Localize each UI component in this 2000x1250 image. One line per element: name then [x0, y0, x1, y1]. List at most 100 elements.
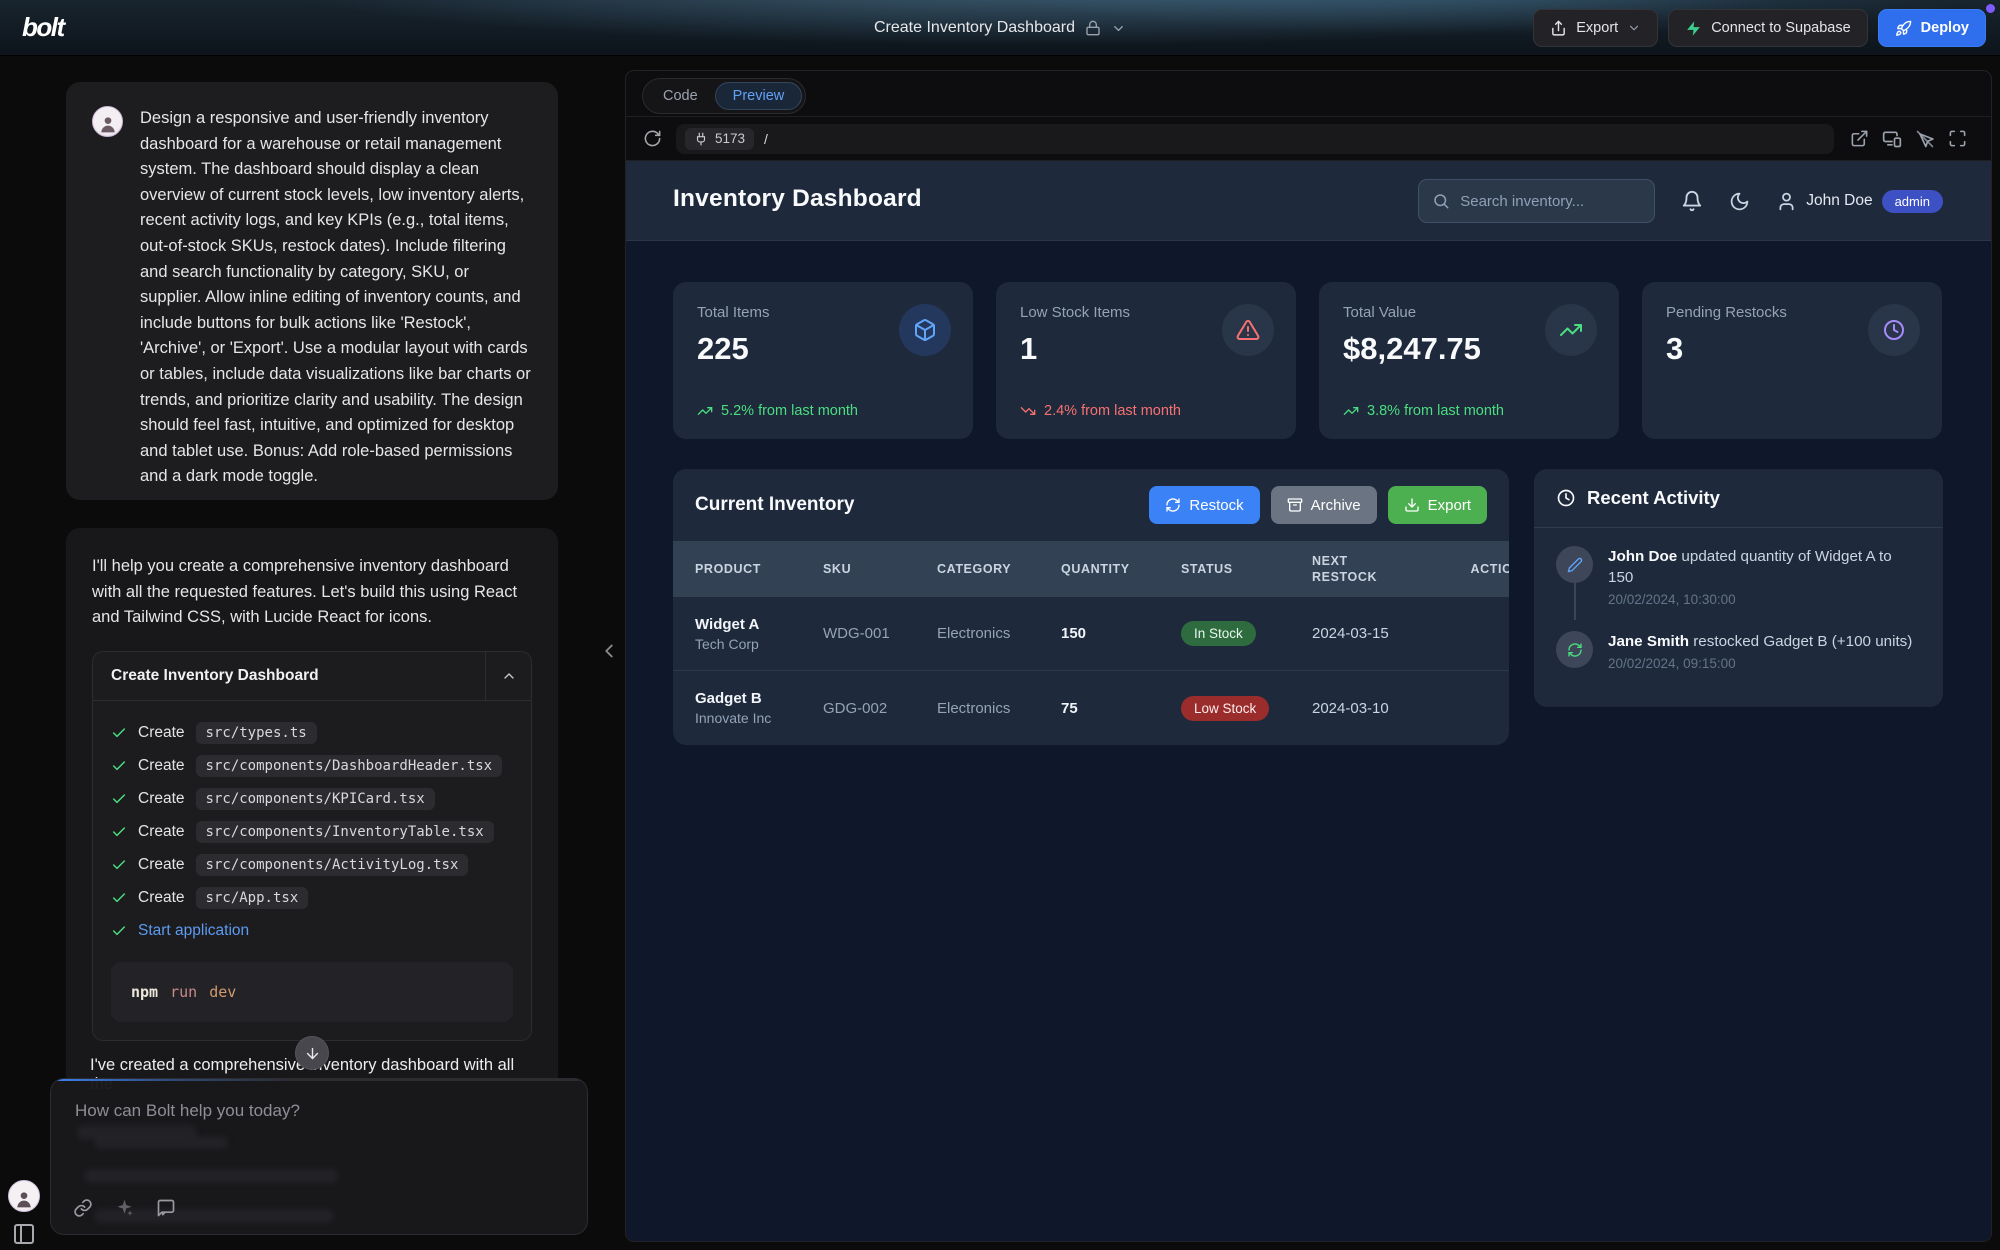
- bolt-logo[interactable]: bolt: [22, 12, 64, 43]
- product-name: Gadget B: [695, 690, 823, 707]
- attach-link-icon[interactable]: [73, 1198, 93, 1218]
- check-icon: [111, 890, 127, 906]
- chevron-down-icon[interactable]: [1111, 21, 1126, 36]
- kpi-change: 2.4% from last month: [1044, 403, 1181, 419]
- pencil-icon: [1556, 546, 1593, 583]
- scroll-down-button[interactable]: [295, 1036, 329, 1070]
- assistant-message-card: I'll help you create a comprehensive inv…: [66, 528, 558, 1095]
- rocket-icon: [1895, 20, 1912, 37]
- dashboard-header: Inventory Dashboard Search inventory... …: [626, 161, 1991, 241]
- redacted-blob: [84, 1169, 338, 1183]
- user-avatar: [92, 106, 123, 137]
- column-header: ACTIONS: [1471, 561, 1509, 577]
- check-icon: [111, 758, 127, 774]
- activity-title: Recent Activity: [1587, 487, 1720, 509]
- refresh-icon: [1556, 631, 1593, 668]
- column-header: QUANTITY: [1061, 561, 1181, 577]
- category-cell: Electronics: [937, 700, 1061, 717]
- activity-item: Jane Smith restocked Gadget B (+100 unit…: [1556, 631, 1921, 671]
- artifact-step: Create src/App.tsx: [111, 882, 513, 915]
- restock-date-cell: 2024-03-15: [1312, 625, 1450, 642]
- column-header: STATUS: [1181, 561, 1312, 577]
- archive-button[interactable]: Archive: [1271, 486, 1377, 524]
- status-badge: Low Stock: [1181, 696, 1269, 721]
- category-cell: Electronics: [937, 625, 1061, 642]
- open-external-icon[interactable]: [1850, 129, 1869, 149]
- connect-supabase-button[interactable]: Connect to Supabase: [1668, 9, 1867, 47]
- chevron-down-icon: [1627, 21, 1641, 35]
- restock-button[interactable]: Restock: [1149, 486, 1259, 524]
- check-icon: [111, 824, 127, 840]
- port-number: 5173: [715, 131, 745, 146]
- quantity-cell[interactable]: 75: [1061, 700, 1181, 717]
- url-input[interactable]: 5173 /: [676, 124, 1834, 154]
- activity-time: 20/02/2024, 10:30:00: [1608, 592, 1921, 607]
- table-row[interactable]: Gadget BInnovate Inc GDG-002 Electronics…: [673, 671, 1509, 745]
- file-chip[interactable]: src/components/DashboardHeader.tsx: [196, 755, 503, 777]
- activity-time: 20/02/2024, 09:15:00: [1608, 656, 1912, 671]
- tab-code[interactable]: Code: [646, 83, 715, 109]
- table-row[interactable]: Widget ATech Corp WDG-001 Electronics 15…: [673, 597, 1509, 671]
- project-title-menu[interactable]: Create Inventory Dashboard: [874, 0, 1126, 56]
- share-icon: [1550, 20, 1567, 37]
- account-avatar[interactable]: [8, 1180, 40, 1212]
- fullscreen-icon[interactable]: [1948, 129, 1967, 149]
- activity-user: Jane Smith: [1608, 633, 1689, 650]
- responsive-devices-icon[interactable]: [1882, 129, 1902, 149]
- kpi-card-total-value: Total Value $8,247.75 3.8% from last mon…: [1319, 282, 1619, 439]
- file-chip[interactable]: src/App.tsx: [196, 887, 309, 909]
- export-button[interactable]: Export: [1533, 9, 1658, 47]
- activity-item: John Doe updated quantity of Widget A to…: [1556, 546, 1921, 607]
- step-label: Create: [138, 889, 185, 907]
- top-bar: bolt Create Inventory Dashboard Export C…: [0, 0, 2000, 56]
- file-chip[interactable]: src/types.ts: [196, 722, 317, 744]
- user-menu[interactable]: John Doe admin: [1776, 190, 1943, 213]
- artifact-step: Create src/components/ActivityLog.tsx: [111, 849, 513, 882]
- chat-input-box[interactable]: How can Bolt help you today?: [50, 1078, 588, 1235]
- sidebar-toggle-icon[interactable]: [12, 1222, 36, 1246]
- bell-icon[interactable]: [1681, 190, 1703, 212]
- inspector-pointer-off-icon[interactable]: [1915, 129, 1935, 149]
- file-chip[interactable]: src/components/KPICard.tsx: [196, 788, 435, 810]
- export-label: Export: [1576, 20, 1618, 36]
- preview-panel: Code Preview 5173 / Inventory Dashboard: [625, 70, 1992, 1242]
- export-csv-button[interactable]: Export: [1388, 486, 1487, 524]
- port-selector[interactable]: 5173: [685, 128, 754, 150]
- command-token: run: [170, 983, 197, 1001]
- file-chip[interactable]: src/components/ActivityLog.tsx: [196, 854, 469, 876]
- redacted-blob: [94, 1136, 228, 1149]
- reload-icon[interactable]: [643, 129, 662, 148]
- kpi-card-low-stock: Low Stock Items 1 2.4% from last month: [996, 282, 1296, 439]
- kpi-change: 5.2% from last month: [721, 403, 858, 419]
- inventory-table-card: Current Inventory Restock Archive Export: [673, 469, 1509, 745]
- quantity-cell[interactable]: 150: [1061, 625, 1181, 642]
- check-icon: [111, 791, 127, 807]
- trending-up-icon: [697, 403, 713, 419]
- refresh-icon: [1165, 497, 1181, 513]
- collapse-artifact-button[interactable]: [485, 652, 531, 700]
- restock-label: Restock: [1189, 497, 1243, 514]
- step-label: Create: [138, 757, 185, 775]
- user-message-card: Design a responsive and user-friendly in…: [66, 82, 558, 500]
- command-token: dev: [209, 983, 236, 1001]
- tab-preview[interactable]: Preview: [715, 82, 803, 110]
- collapse-panel-chevron-icon[interactable]: [598, 640, 620, 662]
- discuss-chat-icon[interactable]: [156, 1198, 176, 1218]
- enhance-sparkles-icon[interactable]: [115, 1198, 134, 1218]
- kpi-card-pending-restocks: Pending Restocks 3: [1642, 282, 1942, 439]
- start-application-link[interactable]: Start application: [138, 922, 249, 940]
- archive-label: Archive: [1311, 497, 1361, 514]
- clock-icon: [1556, 488, 1576, 508]
- trending-up-icon: [1545, 304, 1597, 356]
- search-inventory-input[interactable]: Search inventory...: [1418, 179, 1655, 223]
- step-label: Create: [138, 823, 185, 841]
- alert-triangle-icon: [1222, 304, 1274, 356]
- deploy-button[interactable]: Deploy: [1878, 9, 1986, 47]
- archive-icon: [1287, 497, 1303, 513]
- file-chip[interactable]: src/components/InventoryTable.tsx: [196, 821, 494, 843]
- status-badge: In Stock: [1181, 621, 1256, 646]
- app-preview-viewport: Inventory Dashboard Search inventory... …: [626, 161, 1991, 1241]
- chevron-up-icon: [501, 668, 517, 684]
- chat-input-placeholder: How can Bolt help you today?: [75, 1101, 300, 1121]
- dark-mode-moon-icon[interactable]: [1729, 191, 1750, 212]
